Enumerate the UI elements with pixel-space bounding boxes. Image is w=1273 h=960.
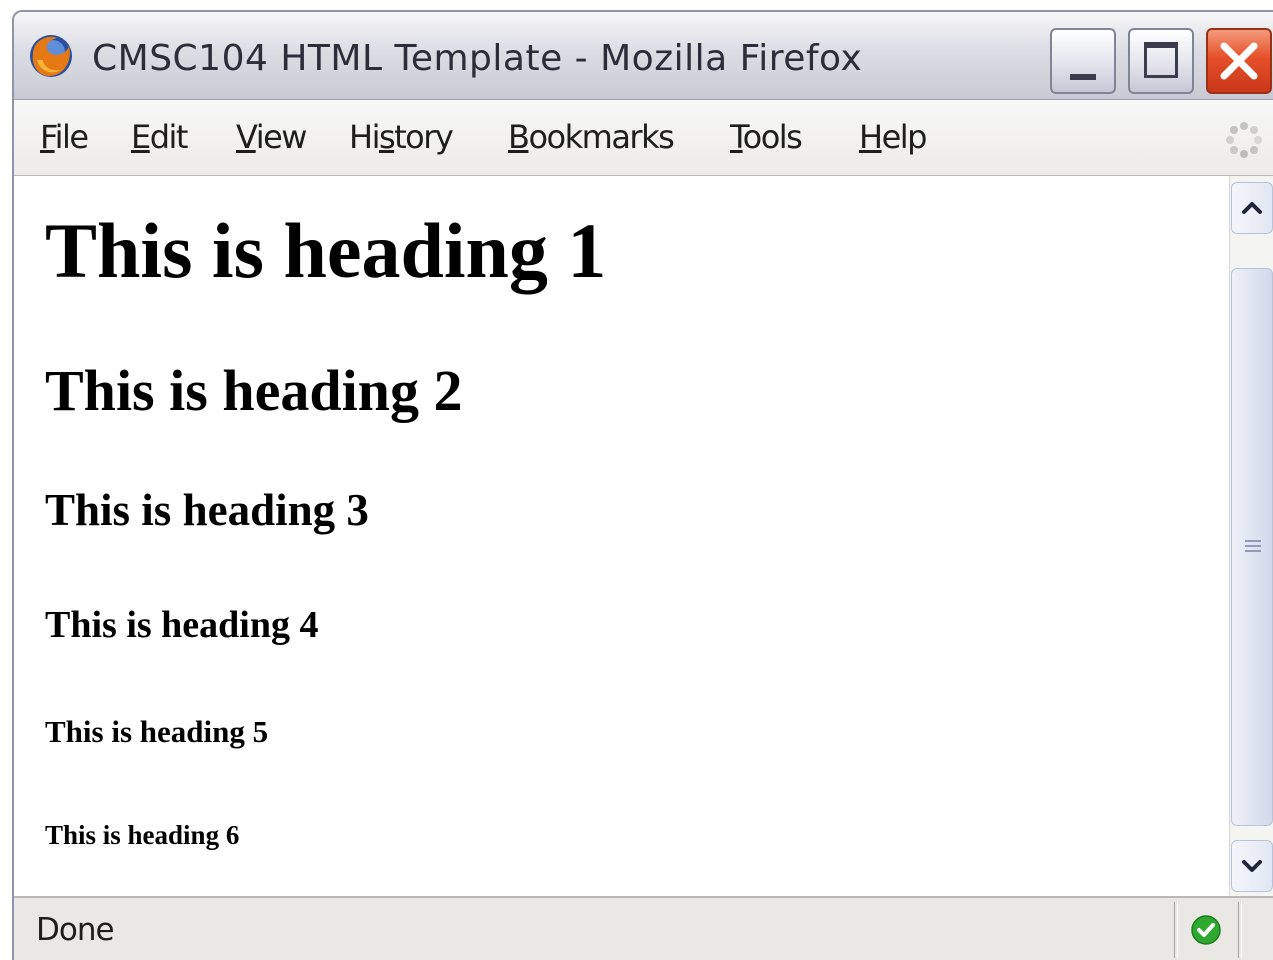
heading-2: This is heading 2 [45,358,463,423]
heading-4: This is heading 4 [45,604,319,646]
menu-help[interactable]: Help [859,118,927,156]
vertical-scrollbar[interactable] [1229,176,1273,896]
heading-6: This is heading 6 [45,820,240,850]
window-title: CMSC104 HTML Template - Mozilla Firefox [92,38,863,79]
menu-view[interactable]: View [236,118,307,156]
scroll-up-button[interactable] [1231,182,1273,234]
maximize-icon [1144,42,1178,78]
heading-5: This is heading 5 [45,714,269,749]
maximize-button[interactable] [1128,28,1194,94]
throbber-icon [1226,122,1262,158]
menu-edit[interactable]: Edit [131,118,188,156]
menu-tools[interactable]: Tools [730,118,803,156]
firefox-icon[interactable] [27,32,75,80]
menu-file[interactable]: File [40,118,89,156]
menu-bar: File Edit View History Bookmarks Tools H… [14,100,1273,176]
minimize-icon [1070,74,1096,80]
grip-icon [1245,540,1261,552]
status-separator [1174,902,1178,958]
minimize-button[interactable] [1050,28,1116,94]
title-bar[interactable]: CMSC104 HTML Template - Mozilla Firefox [14,12,1273,100]
chevron-down-icon [1242,860,1262,872]
close-button[interactable] [1206,28,1272,94]
status-text: Done [36,912,115,948]
status-bar: Done [14,896,1273,960]
browser-window: CMSC104 HTML Template - Mozilla Firefox … [12,10,1273,960]
menu-bookmarks[interactable]: Bookmarks [508,118,675,156]
chevron-up-icon [1242,202,1262,214]
close-icon [1220,42,1258,80]
checkmark-icon[interactable] [1190,914,1222,946]
heading-3: This is heading 3 [45,485,369,535]
scroll-down-button[interactable] [1231,840,1273,892]
menu-history[interactable]: History [349,118,454,156]
page-content: This is heading 1 This is heading 2 This… [14,176,1229,896]
heading-1: This is heading 1 [45,207,607,294]
status-separator [1238,902,1242,958]
scroll-thumb[interactable] [1231,268,1273,826]
